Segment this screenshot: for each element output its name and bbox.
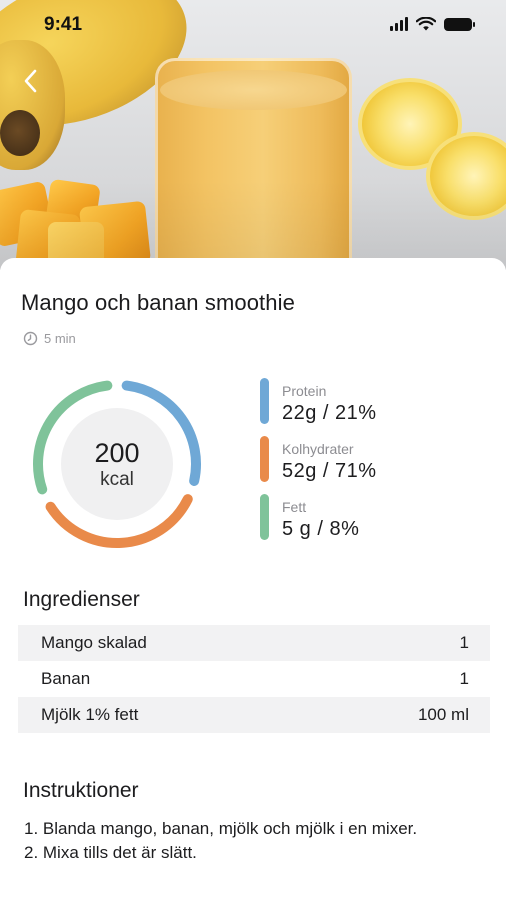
instruction-step: 2. Mixa tills det är slätt.: [24, 843, 197, 862]
macro-color-bar: [260, 378, 269, 424]
banana-tip-shape: [0, 110, 40, 156]
status-icons: [390, 17, 475, 31]
ingredients-table: Mango skalad 1 Banan 1 Mjölk 1% fett 100…: [18, 625, 490, 733]
table-row: Mango skalad 1: [18, 625, 490, 661]
macro-value: 5 g / 8%: [282, 518, 360, 540]
macro-color-bar: [260, 494, 269, 540]
instruction-step: 1. Blanda mango, banan, mjölk och mjölk …: [24, 819, 418, 838]
recipe-title: Mango och banan smoothie: [21, 290, 295, 315]
clock-icon: [23, 331, 38, 346]
ingredient-name: Mjölk 1% fett: [41, 705, 139, 724]
table-row: Banan 1: [18, 661, 490, 697]
back-button[interactable]: [14, 62, 48, 100]
ingredient-name: Mango skalad: [41, 633, 147, 652]
ingredient-amount: 1: [459, 633, 469, 652]
cellular-signal-icon: [390, 17, 408, 31]
ingredient-amount: 1: [459, 669, 469, 688]
macro-name: Protein: [282, 383, 327, 399]
macro-value: 22g / 21%: [282, 402, 377, 424]
instructions-heading: Instruktioner: [23, 779, 139, 802]
instructions-list: 1. Blanda mango, banan, mjölk och mjölk …: [24, 817, 464, 865]
macro-name: Kolhydrater: [282, 441, 354, 457]
battery-icon: [444, 17, 475, 31]
macro-color-bar: [260, 436, 269, 482]
status-bar: 9:41: [0, 0, 506, 50]
ingredient-name: Banan: [41, 669, 91, 688]
table-row: Mjölk 1% fett 100 ml: [18, 697, 490, 733]
wifi-icon: [416, 17, 436, 31]
status-time: 9:41: [44, 14, 83, 35]
smoothie-glass-top: [160, 70, 347, 110]
ingredients-heading: Ingredienser: [23, 588, 140, 611]
ingredient-amount: 100 ml: [417, 705, 469, 724]
calorie-value: 200: [94, 438, 140, 468]
prep-time-label: 5 min: [44, 331, 76, 346]
macro-value: 52g / 71%: [282, 460, 377, 482]
calorie-unit: kcal: [100, 469, 134, 490]
prep-time: 5 min: [23, 331, 76, 346]
chevron-left-icon: [24, 69, 37, 93]
recipe-detail-sheet: [0, 258, 506, 900]
macro-name: Fett: [282, 499, 307, 515]
